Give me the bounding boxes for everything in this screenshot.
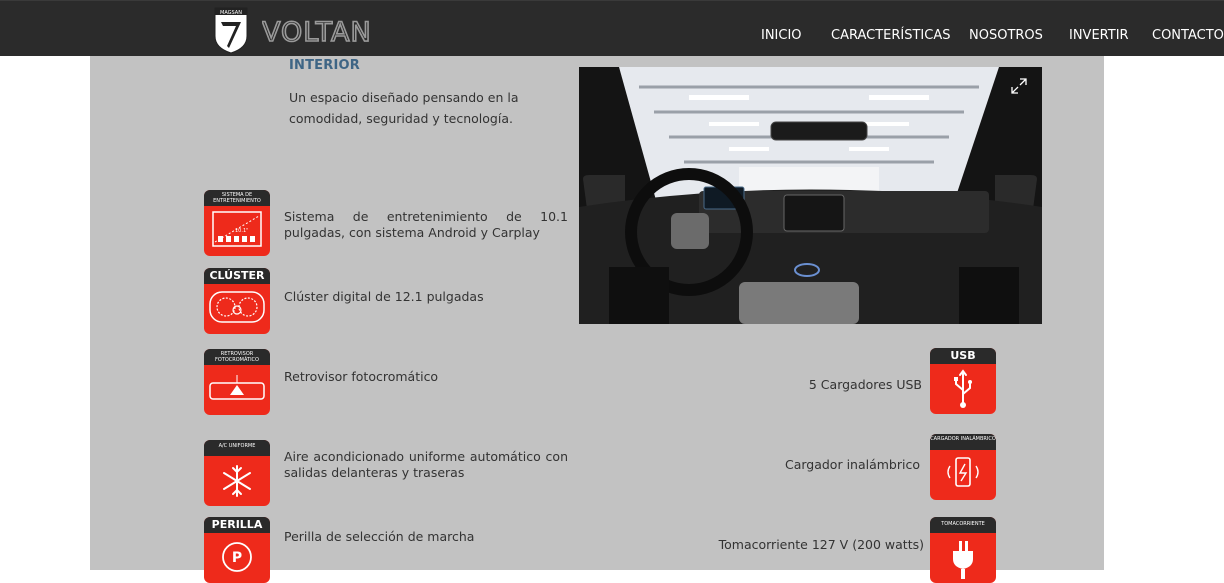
badge-text: MAGSAN xyxy=(220,10,242,16)
park-knob-icon: P xyxy=(222,542,252,572)
nav-contacto[interactable]: CONTACTO xyxy=(1152,28,1224,43)
feature-icon-perilla: PERILLA P xyxy=(204,517,270,583)
icon-caption: USB xyxy=(930,348,996,364)
nav-nosotros[interactable]: NOSOTROS xyxy=(969,28,1043,43)
nav-inicio[interactable]: INICIO xyxy=(761,28,802,43)
icon-caption: A/C UNIFORME xyxy=(204,440,270,456)
icon-caption: SISTEMA DE ENTRETENIMIENTO xyxy=(204,190,270,206)
feature-text-retrovisor: Retrovisor fotocromático xyxy=(284,369,439,384)
gauge-cluster-icon xyxy=(209,291,265,323)
svg-text:P: P xyxy=(232,550,242,566)
feature-text-wireless: Cargador inalámbrico xyxy=(784,457,920,472)
feature-icon-retrovisor: RETROVISOR FOTOCROMÁTICO xyxy=(204,349,270,415)
feature-icon-usb: USB xyxy=(930,348,996,414)
site-header: MAGSAN VOLTAN INICIO CARACTERÍSTICAS NOS… xyxy=(0,0,1224,56)
feature-icon-cluster: CLÚSTER xyxy=(204,268,270,334)
feature-icon-entretenimiento: SISTEMA DE ENTRETENIMIENTO 10.1" xyxy=(204,190,270,256)
feature-icon-ac: A/C UNIFORME xyxy=(204,440,270,506)
feature-icon-tomacorriente: TOMACORRIENTE xyxy=(930,517,996,583)
icon-caption: RETROVISOR FOTOCROMÁTICO xyxy=(204,349,270,365)
screen-size-icon: 10.1" xyxy=(212,211,262,247)
interior-illustration xyxy=(579,67,1042,324)
feature-text-cluster: Clúster digital de 12.1 pulgadas xyxy=(284,289,484,304)
snowflake-icon xyxy=(223,465,251,497)
wordmark-text: VOLTAN xyxy=(262,17,372,45)
wireless-charger-icon xyxy=(947,457,979,487)
feature-text-ac: Aire acondicionado uniforme automático c… xyxy=(284,449,568,480)
magsan-badge-logo[interactable]: MAGSAN xyxy=(211,6,251,54)
icon-caption: TOMACORRIENTE xyxy=(930,517,996,533)
power-plug-icon xyxy=(953,541,973,579)
section-title: INTERIOR xyxy=(289,58,360,73)
feature-text-perilla: Perilla de selección de marcha xyxy=(284,529,475,544)
icon-caption: PERILLA xyxy=(204,517,270,533)
feature-text-usb: 5 Cargadores USB xyxy=(808,377,922,392)
feature-text-entretenimiento: Sistema de entretenimiento de 10.1 pulga… xyxy=(284,209,568,240)
nav-invertir[interactable]: INVERTIR xyxy=(1069,28,1129,43)
nav-caracteristicas[interactable]: CARACTERÍSTICAS xyxy=(831,28,951,43)
feature-text-tomacorriente: Tomacorriente 127 V (200 watts) xyxy=(718,537,924,552)
icon-caption: CLÚSTER xyxy=(204,268,270,284)
expand-icon[interactable] xyxy=(1010,77,1028,95)
rearview-mirror-icon xyxy=(209,375,265,400)
voltan-wordmark-logo[interactable]: VOLTAN xyxy=(262,17,404,45)
usb-icon xyxy=(954,369,972,408)
screen-size-label: 10.1" xyxy=(235,228,248,234)
section-description: Un espacio diseñado pensando en la comod… xyxy=(289,90,519,126)
icon-caption: CARGADOR INALÁMBRICO xyxy=(930,434,996,450)
feature-icon-wireless: CARGADOR INALÁMBRICO xyxy=(930,434,996,500)
interior-photo[interactable] xyxy=(579,67,1042,324)
